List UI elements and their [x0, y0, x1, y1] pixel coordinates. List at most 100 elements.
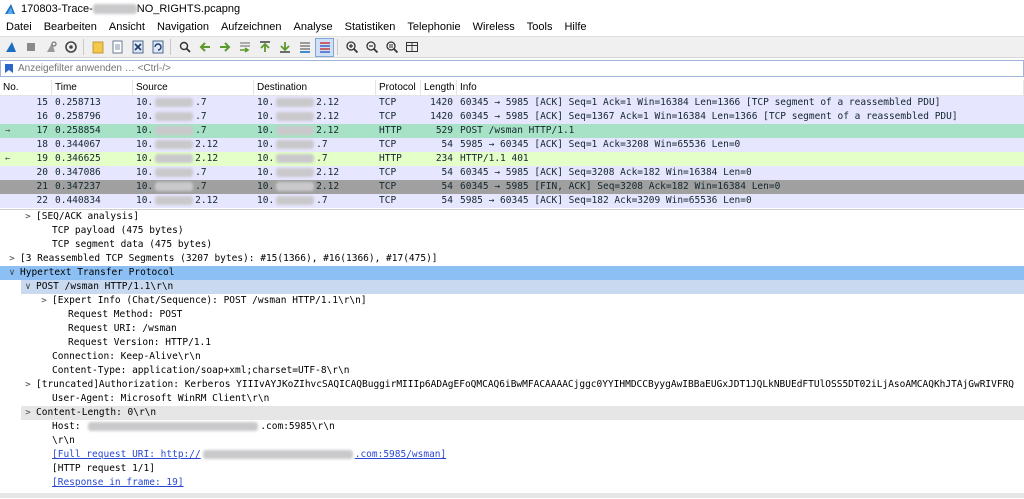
open-file-icon[interactable] — [88, 38, 107, 57]
go-last-icon[interactable] — [275, 38, 294, 57]
packet-row[interactable]: 22 0.440834 10. 2.12 10. .7 TCP 54 5985 → 60345 … — [0, 194, 1024, 208]
main-toolbar — [0, 36, 1024, 58]
menu-statistiken[interactable]: Statistiken — [339, 18, 402, 36]
packet-row[interactable]: 21 0.347237 10. .7 10. 2.12 TCP 54 60345 → 5985 … — [0, 180, 1024, 194]
detail-text: Request URI: /wsman — [68, 322, 177, 336]
menu-bar: Datei Bearbeiten Ansicht Navigation Aufz… — [0, 18, 1024, 36]
source-suffix: 2.12 — [195, 153, 219, 164]
packet-row[interactable]: 16 0.258796 10. .7 10. 2.12 TCP 1420 60345 → 598… — [0, 110, 1024, 124]
detail-tree-item[interactable]: > [Expert Info (Chat/Sequence): POST /wsm… — [0, 294, 1024, 308]
cell-length: 54 — [441, 139, 453, 150]
cell-length: 54 — [441, 181, 453, 192]
go-to-packet-icon[interactable] — [235, 38, 254, 57]
menu-analyse[interactable]: Analyse — [288, 18, 339, 36]
column-header-no[interactable]: No. — [0, 80, 52, 95]
stop-capture-icon[interactable] — [21, 38, 40, 57]
destination-suffix: .7 — [316, 153, 328, 164]
menu-wireless[interactable]: Wireless — [467, 18, 521, 36]
menu-telephonie[interactable]: Telephonie — [401, 18, 466, 36]
detail-tree-item[interactable]: > [SEQ/ACK analysis] — [0, 210, 1024, 224]
expand-toggle-icon[interactable]: > — [23, 378, 33, 392]
detail-text-main: [HTTP request 1/1] — [52, 463, 155, 474]
save-file-icon[interactable] — [108, 38, 127, 57]
column-header-destination[interactable]: Destination — [254, 80, 376, 95]
go-first-icon[interactable] — [255, 38, 274, 57]
detail-text: [Expert Info (Chat/Sequence): POST /wsma… — [52, 294, 367, 308]
detail-tree-item[interactable]: User-Agent: Microsoft WinRM Client\r\n — [0, 392, 1024, 406]
zoom-normal-icon[interactable] — [382, 38, 401, 57]
packet-row[interactable]: 18 0.344067 10. 2.12 10. .7 TCP 54 5985 → 60345 … — [0, 138, 1024, 152]
detail-text: Hypertext Transfer Protocol — [20, 266, 174, 280]
reload-file-icon[interactable] — [148, 38, 167, 57]
column-header-protocol[interactable]: Protocol — [376, 80, 421, 95]
cell-info: 60345 → 5985 [FIN, ACK] Seq=3208 Ack=182… — [460, 181, 781, 192]
source-suffix: 2.12 — [195, 139, 219, 150]
colorize-icon[interactable] — [315, 37, 334, 57]
detail-tree-item[interactable]: [HTTP request 1/1] — [0, 462, 1024, 476]
detail-tree-item[interactable]: ∨ POST /wsman HTTP/1.1\r\n — [0, 280, 1024, 294]
menu-aufzeichnen[interactable]: Aufzeichnen — [215, 18, 288, 36]
zoom-out-icon[interactable] — [362, 38, 381, 57]
column-header-info[interactable]: Info — [457, 80, 1024, 95]
redacted-ip — [155, 112, 194, 121]
capture-options-icon[interactable] — [61, 38, 80, 57]
cell-destination: 10. .7 — [254, 194, 376, 208]
toolbar-separator — [337, 39, 338, 55]
menu-hilfe[interactable]: Hilfe — [558, 18, 592, 36]
display-filter-input[interactable] — [18, 63, 1023, 74]
menu-ansicht[interactable]: Ansicht — [103, 18, 151, 36]
cell-info: 60345 → 5985 [ACK] Seq=1 Ack=1 Win=16384… — [460, 97, 941, 108]
cell-destination: 10. 2.12 — [254, 166, 376, 180]
packet-row[interactable]: → 17 0.258854 10. .7 10. 2.12 HTTP 529 POST /wsma… — [0, 124, 1024, 138]
menu-datei[interactable]: Datei — [0, 18, 38, 36]
detail-tree-item[interactable]: Host: .com:5985\r\n — [0, 420, 1024, 434]
expand-toggle-icon[interactable]: ∨ — [7, 266, 17, 280]
column-header-length[interactable]: Length — [421, 80, 457, 95]
cell-protocol: TCP — [379, 111, 397, 122]
source-prefix: 10. — [136, 125, 154, 136]
source-suffix: .7 — [195, 111, 207, 122]
detail-tree-item[interactable]: \r\n — [0, 434, 1024, 448]
detail-tree-item[interactable]: Request URI: /wsman — [0, 322, 1024, 336]
zoom-in-icon[interactable] — [342, 38, 361, 57]
expand-toggle-icon[interactable]: > — [23, 406, 33, 420]
packet-row[interactable]: 15 0.258713 10. .7 10. 2.12 TCP 1420 60345 → 598… — [0, 96, 1024, 110]
redacted-ip — [155, 98, 194, 107]
detail-tree-item[interactable]: > Content-Length: 0\r\n — [0, 406, 1024, 420]
cell-time: 0.346625 — [55, 153, 101, 164]
menu-navigation[interactable]: Navigation — [151, 18, 215, 36]
related-packet-marker — [5, 166, 13, 180]
detail-tree-item[interactable]: Connection: Keep-Alive\r\n — [0, 350, 1024, 364]
packet-row[interactable]: 20 0.347086 10. .7 10. 2.12 TCP 54 60345 → 5985 … — [0, 166, 1024, 180]
menu-tools[interactable]: Tools — [521, 18, 559, 36]
detail-tree-item[interactable]: Content-Type: application/soap+xml;chars… — [0, 364, 1024, 378]
cell-protocol: HTTP — [379, 153, 402, 164]
detail-tree-item[interactable]: [Full request URI: http:// .com:5985/wsma… — [0, 448, 1024, 462]
expand-toggle-icon[interactable]: > — [7, 252, 17, 266]
resize-columns-icon[interactable] — [402, 38, 421, 57]
expand-toggle-icon[interactable]: ∨ — [23, 280, 33, 294]
redacted-ip — [155, 140, 194, 149]
restart-capture-icon[interactable] — [41, 38, 60, 57]
packet-row[interactable]: ← 19 0.346625 10. 2.12 10. .7 HTTP 234 HTTP/1.1 4… — [0, 152, 1024, 166]
bookmark-icon[interactable] — [4, 63, 14, 74]
detail-tree-item[interactable]: Request Method: POST — [0, 308, 1024, 322]
autoscroll-icon[interactable] — [295, 38, 314, 57]
go-forward-icon[interactable] — [215, 38, 234, 57]
column-header-source[interactable]: Source — [133, 80, 254, 95]
detail-tree-item[interactable]: TCP segment data (475 bytes) — [0, 238, 1024, 252]
detail-tree-item[interactable]: [Response in frame: 19] — [0, 476, 1024, 490]
detail-tree-item[interactable]: Request Version: HTTP/1.1 — [0, 336, 1024, 350]
detail-tree-item[interactable]: > [3 Reassembled TCP Segments (3207 bytes… — [0, 252, 1024, 266]
close-file-icon[interactable] — [128, 38, 147, 57]
expand-toggle-icon[interactable]: > — [39, 294, 49, 308]
detail-tree-item[interactable]: TCP payload (475 bytes) — [0, 224, 1024, 238]
find-packet-icon[interactable] — [175, 38, 194, 57]
detail-tree-item[interactable]: ∨ Hypertext Transfer Protocol — [0, 266, 1024, 280]
go-back-icon[interactable] — [195, 38, 214, 57]
menu-bearbeiten[interactable]: Bearbeiten — [38, 18, 103, 36]
detail-tree-item[interactable]: > [truncated]Authorization: Kerberos YIII… — [0, 378, 1024, 392]
column-header-time[interactable]: Time — [52, 80, 133, 95]
expand-toggle-icon[interactable]: > — [23, 210, 33, 224]
start-capture-icon[interactable] — [1, 38, 20, 57]
